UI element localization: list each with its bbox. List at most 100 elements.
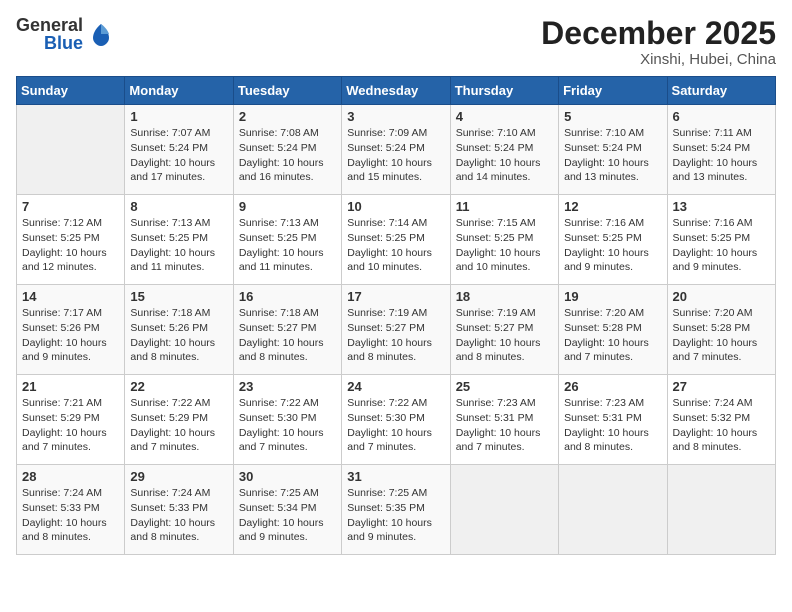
header-thursday: Thursday <box>450 77 558 105</box>
calendar-cell: 25Sunrise: 7:23 AM Sunset: 5:31 PM Dayli… <box>450 375 558 465</box>
header-monday: Monday <box>125 77 233 105</box>
logo: General Blue <box>16 16 115 52</box>
day-info: Sunrise: 7:08 AM Sunset: 5:24 PM Dayligh… <box>239 126 336 185</box>
day-number: 30 <box>239 469 336 484</box>
calendar-cell: 10 Sunrise: 7:14 AM Sunset: 5:25 PM Dayli… <box>342 195 450 285</box>
day-info: Sunrise: 7:23 AM Sunset: 5:31 PM Dayligh… <box>564 396 661 455</box>
day-info: Sunrise: 7:25 AM Sunset: 5:34 PM Dayligh… <box>239 486 336 545</box>
day-info: Sunrise: 7:14 AM Sunset: 5:25 PM Dayligh… <box>347 216 444 275</box>
day-info: Sunrise: 7:25 AM Sunset: 5:35 PM Dayligh… <box>347 486 444 545</box>
title-block: December 2025 Xinshi, Hubei, China <box>541 16 776 68</box>
day-info: Sunrise: 7:17 AM Sunset: 5:26 PM Dayligh… <box>22 306 119 365</box>
day-number: 5 <box>564 109 661 124</box>
calendar-cell: 30 Sunrise: 7:25 AM Sunset: 5:34 PM Dayli… <box>233 465 341 555</box>
calendar-cell: 29 Sunrise: 7:24 AM Sunset: 5:33 PM Dayli… <box>125 465 233 555</box>
day-number: 31 <box>347 469 444 484</box>
header-wednesday: Wednesday <box>342 77 450 105</box>
day-info: Sunrise: 7:09 AM Sunset: 5:24 PM Dayligh… <box>347 126 444 185</box>
day-info: Sunrise: 7:13 AM Sunset: 5:25 PM Dayligh… <box>130 216 227 275</box>
calendar-week-row: 28 Sunrise: 7:24 AM Sunset: 5:33 PM Dayli… <box>17 465 776 555</box>
logo-blue: Blue <box>44 34 83 52</box>
day-number: 19 <box>564 289 661 304</box>
calendar-cell <box>450 465 558 555</box>
day-info: Sunrise: 7:19 AM Sunset: 5:27 PM Dayligh… <box>347 306 444 365</box>
day-number: 15 <box>130 289 227 304</box>
day-number: 24 <box>347 379 444 394</box>
day-info: Sunrise: 7:10 AM Sunset: 5:24 PM Dayligh… <box>564 126 661 185</box>
day-info: Sunrise: 7:22 AM Sunset: 5:30 PM Dayligh… <box>347 396 444 455</box>
calendar-cell <box>667 465 775 555</box>
calendar-week-row: 1 Sunrise: 7:07 AM Sunset: 5:24 PM Daylig… <box>17 105 776 195</box>
day-info: Sunrise: 7:24 AM Sunset: 5:32 PM Dayligh… <box>673 396 770 455</box>
calendar-cell: 23Sunrise: 7:22 AM Sunset: 5:30 PM Dayli… <box>233 375 341 465</box>
header-friday: Friday <box>559 77 667 105</box>
day-number: 22 <box>130 379 227 394</box>
day-number: 1 <box>130 109 227 124</box>
calendar-cell: 12 Sunrise: 7:16 AM Sunset: 5:25 PM Dayli… <box>559 195 667 285</box>
calendar-cell: 14 Sunrise: 7:17 AM Sunset: 5:26 PM Dayli… <box>17 285 125 375</box>
calendar-cell: 21Sunrise: 7:21 AM Sunset: 5:29 PM Dayli… <box>17 375 125 465</box>
month-title: December 2025 <box>541 16 776 51</box>
day-number: 4 <box>456 109 553 124</box>
header-saturday: Saturday <box>667 77 775 105</box>
day-info: Sunrise: 7:24 AM Sunset: 5:33 PM Dayligh… <box>130 486 227 545</box>
day-info: Sunrise: 7:12 AM Sunset: 5:25 PM Dayligh… <box>22 216 119 275</box>
day-number: 6 <box>673 109 770 124</box>
calendar-cell: 11Sunrise: 7:15 AM Sunset: 5:25 PM Dayli… <box>450 195 558 285</box>
calendar-header-row: SundayMondayTuesdayWednesdayThursdayFrid… <box>17 77 776 105</box>
day-number: 28 <box>22 469 119 484</box>
calendar-cell: 16Sunrise: 7:18 AM Sunset: 5:27 PM Dayli… <box>233 285 341 375</box>
calendar-week-row: 7 Sunrise: 7:12 AM Sunset: 5:25 PM Daylig… <box>17 195 776 285</box>
day-number: 23 <box>239 379 336 394</box>
calendar-cell: 28 Sunrise: 7:24 AM Sunset: 5:33 PM Dayli… <box>17 465 125 555</box>
day-number: 9 <box>239 199 336 214</box>
calendar-cell: 1 Sunrise: 7:07 AM Sunset: 5:24 PM Daylig… <box>125 105 233 195</box>
calendar-cell: 9Sunrise: 7:13 AM Sunset: 5:25 PM Daylig… <box>233 195 341 285</box>
day-number: 10 <box>347 199 444 214</box>
calendar-cell: 17 Sunrise: 7:19 AM Sunset: 5:27 PM Dayli… <box>342 285 450 375</box>
day-info: Sunrise: 7:15 AM Sunset: 5:25 PM Dayligh… <box>456 216 553 275</box>
day-info: Sunrise: 7:18 AM Sunset: 5:27 PM Dayligh… <box>239 306 336 365</box>
day-info: Sunrise: 7:23 AM Sunset: 5:31 PM Dayligh… <box>456 396 553 455</box>
day-info: Sunrise: 7:18 AM Sunset: 5:26 PM Dayligh… <box>130 306 227 365</box>
calendar-cell: 5 Sunrise: 7:10 AM Sunset: 5:24 PM Daylig… <box>559 105 667 195</box>
calendar-cell: 18Sunrise: 7:19 AM Sunset: 5:27 PM Dayli… <box>450 285 558 375</box>
day-info: Sunrise: 7:21 AM Sunset: 5:29 PM Dayligh… <box>22 396 119 455</box>
calendar-cell <box>559 465 667 555</box>
calendar-cell: 3Sunrise: 7:09 AM Sunset: 5:24 PM Daylig… <box>342 105 450 195</box>
calendar-cell: 15 Sunrise: 7:18 AM Sunset: 5:26 PM Dayli… <box>125 285 233 375</box>
calendar-table: SundayMondayTuesdayWednesdayThursdayFrid… <box>16 76 776 555</box>
day-info: Sunrise: 7:16 AM Sunset: 5:25 PM Dayligh… <box>673 216 770 275</box>
logo-general: General <box>16 16 83 34</box>
day-info: Sunrise: 7:07 AM Sunset: 5:24 PM Dayligh… <box>130 126 227 185</box>
calendar-cell: 27Sunrise: 7:24 AM Sunset: 5:32 PM Dayli… <box>667 375 775 465</box>
day-number: 14 <box>22 289 119 304</box>
calendar-cell: 7 Sunrise: 7:12 AM Sunset: 5:25 PM Daylig… <box>17 195 125 285</box>
calendar-cell: 13 Sunrise: 7:16 AM Sunset: 5:25 PM Dayli… <box>667 195 775 285</box>
header-sunday: Sunday <box>17 77 125 105</box>
header-tuesday: Tuesday <box>233 77 341 105</box>
calendar-cell: 19Sunrise: 7:20 AM Sunset: 5:28 PM Dayli… <box>559 285 667 375</box>
day-info: Sunrise: 7:24 AM Sunset: 5:33 PM Dayligh… <box>22 486 119 545</box>
day-number: 13 <box>673 199 770 214</box>
calendar-cell: 6 Sunrise: 7:11 AM Sunset: 5:24 PM Daylig… <box>667 105 775 195</box>
calendar-week-row: 21Sunrise: 7:21 AM Sunset: 5:29 PM Dayli… <box>17 375 776 465</box>
calendar-cell: 4Sunrise: 7:10 AM Sunset: 5:24 PM Daylig… <box>450 105 558 195</box>
day-number: 26 <box>564 379 661 394</box>
day-info: Sunrise: 7:20 AM Sunset: 5:28 PM Dayligh… <box>673 306 770 365</box>
day-info: Sunrise: 7:11 AM Sunset: 5:24 PM Dayligh… <box>673 126 770 185</box>
day-info: Sunrise: 7:16 AM Sunset: 5:25 PM Dayligh… <box>564 216 661 275</box>
calendar-cell: 2 Sunrise: 7:08 AM Sunset: 5:24 PM Daylig… <box>233 105 341 195</box>
day-number: 2 <box>239 109 336 124</box>
location-title: Xinshi, Hubei, China <box>541 51 776 68</box>
day-info: Sunrise: 7:19 AM Sunset: 5:27 PM Dayligh… <box>456 306 553 365</box>
day-number: 7 <box>22 199 119 214</box>
calendar-cell <box>17 105 125 195</box>
calendar-cell: 31 Sunrise: 7:25 AM Sunset: 5:35 PM Dayli… <box>342 465 450 555</box>
day-number: 20 <box>673 289 770 304</box>
calendar-cell: 26 Sunrise: 7:23 AM Sunset: 5:31 PM Dayli… <box>559 375 667 465</box>
day-number: 29 <box>130 469 227 484</box>
calendar-cell: 20 Sunrise: 7:20 AM Sunset: 5:28 PM Dayli… <box>667 285 775 375</box>
day-number: 12 <box>564 199 661 214</box>
day-number: 17 <box>347 289 444 304</box>
